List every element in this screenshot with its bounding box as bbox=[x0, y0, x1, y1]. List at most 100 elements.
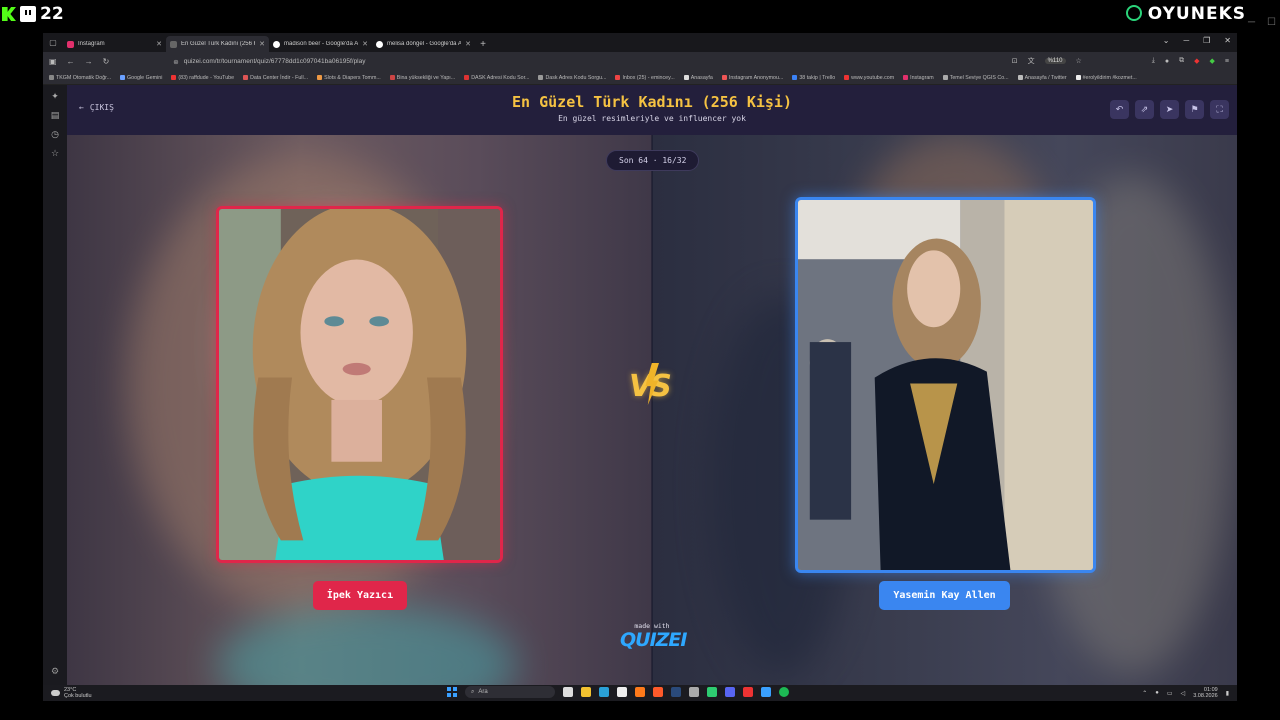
bookmark-item[interactable]: Slots & Diapers Tomm... bbox=[317, 75, 381, 81]
undo-icon: ↶ bbox=[1115, 104, 1124, 114]
undo-button[interactable]: ↶ bbox=[1110, 100, 1129, 119]
extension-red-icon[interactable]: ◆ bbox=[1194, 57, 1199, 65]
weather-widget[interactable]: 23°C Çok bulutlu bbox=[51, 685, 92, 701]
bookmark-item[interactable]: www.youtube.com bbox=[844, 75, 894, 81]
app-red-icon[interactable] bbox=[743, 687, 753, 697]
bookmark-item[interactable]: Temel Seviye QGIS Co... bbox=[942, 75, 1009, 81]
history-icon[interactable]: ◷ bbox=[51, 129, 59, 140]
bookmark-icon bbox=[243, 75, 249, 80]
bookmark-label: Bina yüksekliği ve Yapı... bbox=[396, 74, 456, 81]
browser-app-icon[interactable] bbox=[653, 687, 663, 697]
made-with-badge[interactable]: made with QUIZEI bbox=[620, 622, 687, 650]
new-tab-button[interactable]: + bbox=[475, 36, 491, 52]
bookmark-item[interactable]: 38 takip | Trello bbox=[792, 75, 835, 81]
download-icon[interactable]: ⤓ bbox=[1152, 57, 1155, 65]
extensions-puzzle-icon[interactable]: ⧉ bbox=[1179, 57, 1184, 65]
favorites-star-icon[interactable]: ☆ bbox=[51, 148, 59, 159]
share-icon: ⇗ bbox=[1140, 104, 1149, 114]
steam-icon[interactable] bbox=[671, 687, 681, 697]
share-button[interactable]: ⇗ bbox=[1135, 100, 1154, 119]
store-icon[interactable] bbox=[617, 687, 627, 697]
right-candidate-card[interactable] bbox=[795, 197, 1096, 573]
firefox-icon[interactable] bbox=[635, 687, 645, 697]
bookmark-item[interactable]: Anasayfa bbox=[683, 75, 713, 81]
bookmark-item[interactable]: Instagram Anonymou... bbox=[721, 75, 783, 81]
right-candidate-button[interactable]: Yasemin Kay Allen bbox=[879, 581, 1010, 610]
tab-instagram[interactable]: Instagram ✕ bbox=[63, 36, 166, 52]
windows-start-icon[interactable] bbox=[447, 687, 457, 697]
bookmark-item[interactable]: DASK Adresi Kodu Sor... bbox=[464, 75, 529, 81]
left-candidate-button[interactable]: İpek Yazıcı bbox=[313, 581, 407, 610]
face-shape bbox=[300, 259, 413, 406]
ai-sparkle-icon[interactable]: ✦ bbox=[51, 91, 59, 102]
clock[interactable]: 01:09 3.08.2026 bbox=[1193, 687, 1217, 699]
bookmark-star-icon[interactable]: ☆ bbox=[1076, 57, 1082, 65]
restore-button[interactable]: ❐ bbox=[1203, 36, 1210, 45]
bookmark-item[interactable]: Instagram bbox=[903, 75, 934, 81]
bookmark-item[interactable]: Inbox (25) - emincey... bbox=[615, 75, 675, 81]
tray-chevron-icon[interactable]: ⌃ bbox=[1142, 690, 1147, 697]
photos-icon[interactable] bbox=[761, 687, 771, 697]
file-explorer-icon[interactable] bbox=[581, 687, 591, 697]
bookmark-label: 38 takip | Trello bbox=[799, 74, 836, 81]
extension-green-icon[interactable]: ◆ bbox=[1210, 57, 1215, 65]
google-icon bbox=[376, 40, 383, 48]
close-icon[interactable]: ✕ bbox=[156, 40, 162, 48]
menu-icon[interactable]: ≡ bbox=[1225, 58, 1229, 65]
google-icon bbox=[273, 40, 280, 48]
sidebar-toggle-icon[interactable]: ▣ bbox=[49, 57, 57, 66]
calculator-icon[interactable] bbox=[689, 687, 699, 697]
volume-icon[interactable]: ◁ bbox=[1181, 690, 1186, 697]
left-candidate-card[interactable] bbox=[216, 206, 503, 563]
notification-bell-icon[interactable]: ▮ bbox=[1226, 690, 1229, 697]
bookmark-item[interactable]: Anasayfa / Twitter bbox=[1017, 75, 1067, 81]
tab-google-melisa[interactable]: melisa döngel - Google'da Ara ✕ bbox=[372, 36, 475, 52]
taskbar-search[interactable]: ⌕ Ara bbox=[465, 686, 555, 698]
tab-quiz[interactable]: En Güzel Türk Kadını (256 Kişi) ✕ bbox=[166, 36, 269, 52]
whatsapp-icon[interactable] bbox=[707, 687, 717, 697]
bookmark-item[interactable]: Bina yüksekliği ve Yapı... bbox=[389, 74, 456, 81]
workspaces-icon[interactable]: ▢ bbox=[43, 33, 63, 52]
microphone-icon[interactable]: ● bbox=[1155, 690, 1159, 696]
task-view-icon[interactable] bbox=[563, 687, 573, 697]
zoom-badge[interactable]: %110 bbox=[1044, 58, 1066, 64]
close-window-button[interactable]: ✕ bbox=[1224, 36, 1231, 45]
close-icon[interactable]: ✕ bbox=[259, 40, 265, 48]
bookmark-label: DASK Adresi Kodu Sor... bbox=[471, 74, 530, 81]
tab-google-madison[interactable]: madison beer - Google'da Ara ✕ bbox=[269, 36, 372, 52]
bookmark-item[interactable]: Google Gemini bbox=[120, 75, 162, 81]
screenshot-icon[interactable]: ⊡ bbox=[1012, 57, 1018, 65]
fullscreen-icon: ⛶ bbox=[1216, 104, 1223, 114]
close-icon[interactable]: ✕ bbox=[465, 40, 471, 48]
edge-icon[interactable] bbox=[599, 687, 609, 697]
back-arrow-icon[interactable]: ← bbox=[67, 57, 75, 66]
stream-counter: 22 bbox=[40, 4, 64, 24]
close-icon[interactable]: ✕ bbox=[362, 40, 368, 48]
bookmark-item[interactable]: (83) raffdude - YouTube bbox=[171, 75, 234, 81]
url-field[interactable]: ⊜ quizei.com/tr/tournament/quiz/67778dd1… bbox=[173, 58, 365, 66]
match-arena: Son 64 · 16/32 VS İpek Yazıcı Yasemin Ka… bbox=[67, 135, 1237, 685]
bookmark-item[interactable]: Data Center İndir - Full... bbox=[243, 75, 308, 81]
forward-arrow-icon[interactable]: → bbox=[85, 57, 93, 66]
outer-minimize-icon[interactable]: ─ bbox=[1248, 17, 1255, 28]
outer-maximize-icon[interactable]: ☐ bbox=[1267, 17, 1276, 28]
minimize-button[interactable]: ─ bbox=[1183, 36, 1189, 45]
youtube-icon bbox=[844, 75, 850, 80]
extension-icon[interactable]: ● bbox=[1165, 58, 1169, 65]
site-info-icon[interactable]: ⊜ bbox=[173, 58, 178, 66]
bookmark-item[interactable]: #erolyildirim #kozmet... bbox=[1075, 75, 1137, 81]
settings-gear-icon[interactable]: ⚙ bbox=[51, 666, 59, 677]
report-button[interactable]: ⚑ bbox=[1185, 100, 1204, 119]
bookmark-item[interactable]: Dask Adres Kodu Sorgu... bbox=[538, 75, 606, 81]
tab-list-chevron-icon[interactable]: ⌄ bbox=[1163, 36, 1170, 45]
tab-manager-icon[interactable]: ▤ bbox=[51, 110, 60, 121]
reload-icon[interactable]: ↻ bbox=[103, 57, 110, 66]
translate-icon[interactable]: 文 bbox=[1028, 56, 1035, 66]
send-button[interactable]: ➤ bbox=[1160, 100, 1179, 119]
bookmark-item[interactable]: TKGM Otomatik Doğr... bbox=[49, 75, 111, 81]
fullscreen-button[interactable]: ⛶ bbox=[1210, 100, 1229, 119]
gmail-icon bbox=[615, 75, 621, 80]
network-icon[interactable]: ▭ bbox=[1167, 690, 1173, 697]
discord-icon[interactable] bbox=[725, 687, 735, 697]
spotify-icon[interactable] bbox=[779, 687, 789, 697]
